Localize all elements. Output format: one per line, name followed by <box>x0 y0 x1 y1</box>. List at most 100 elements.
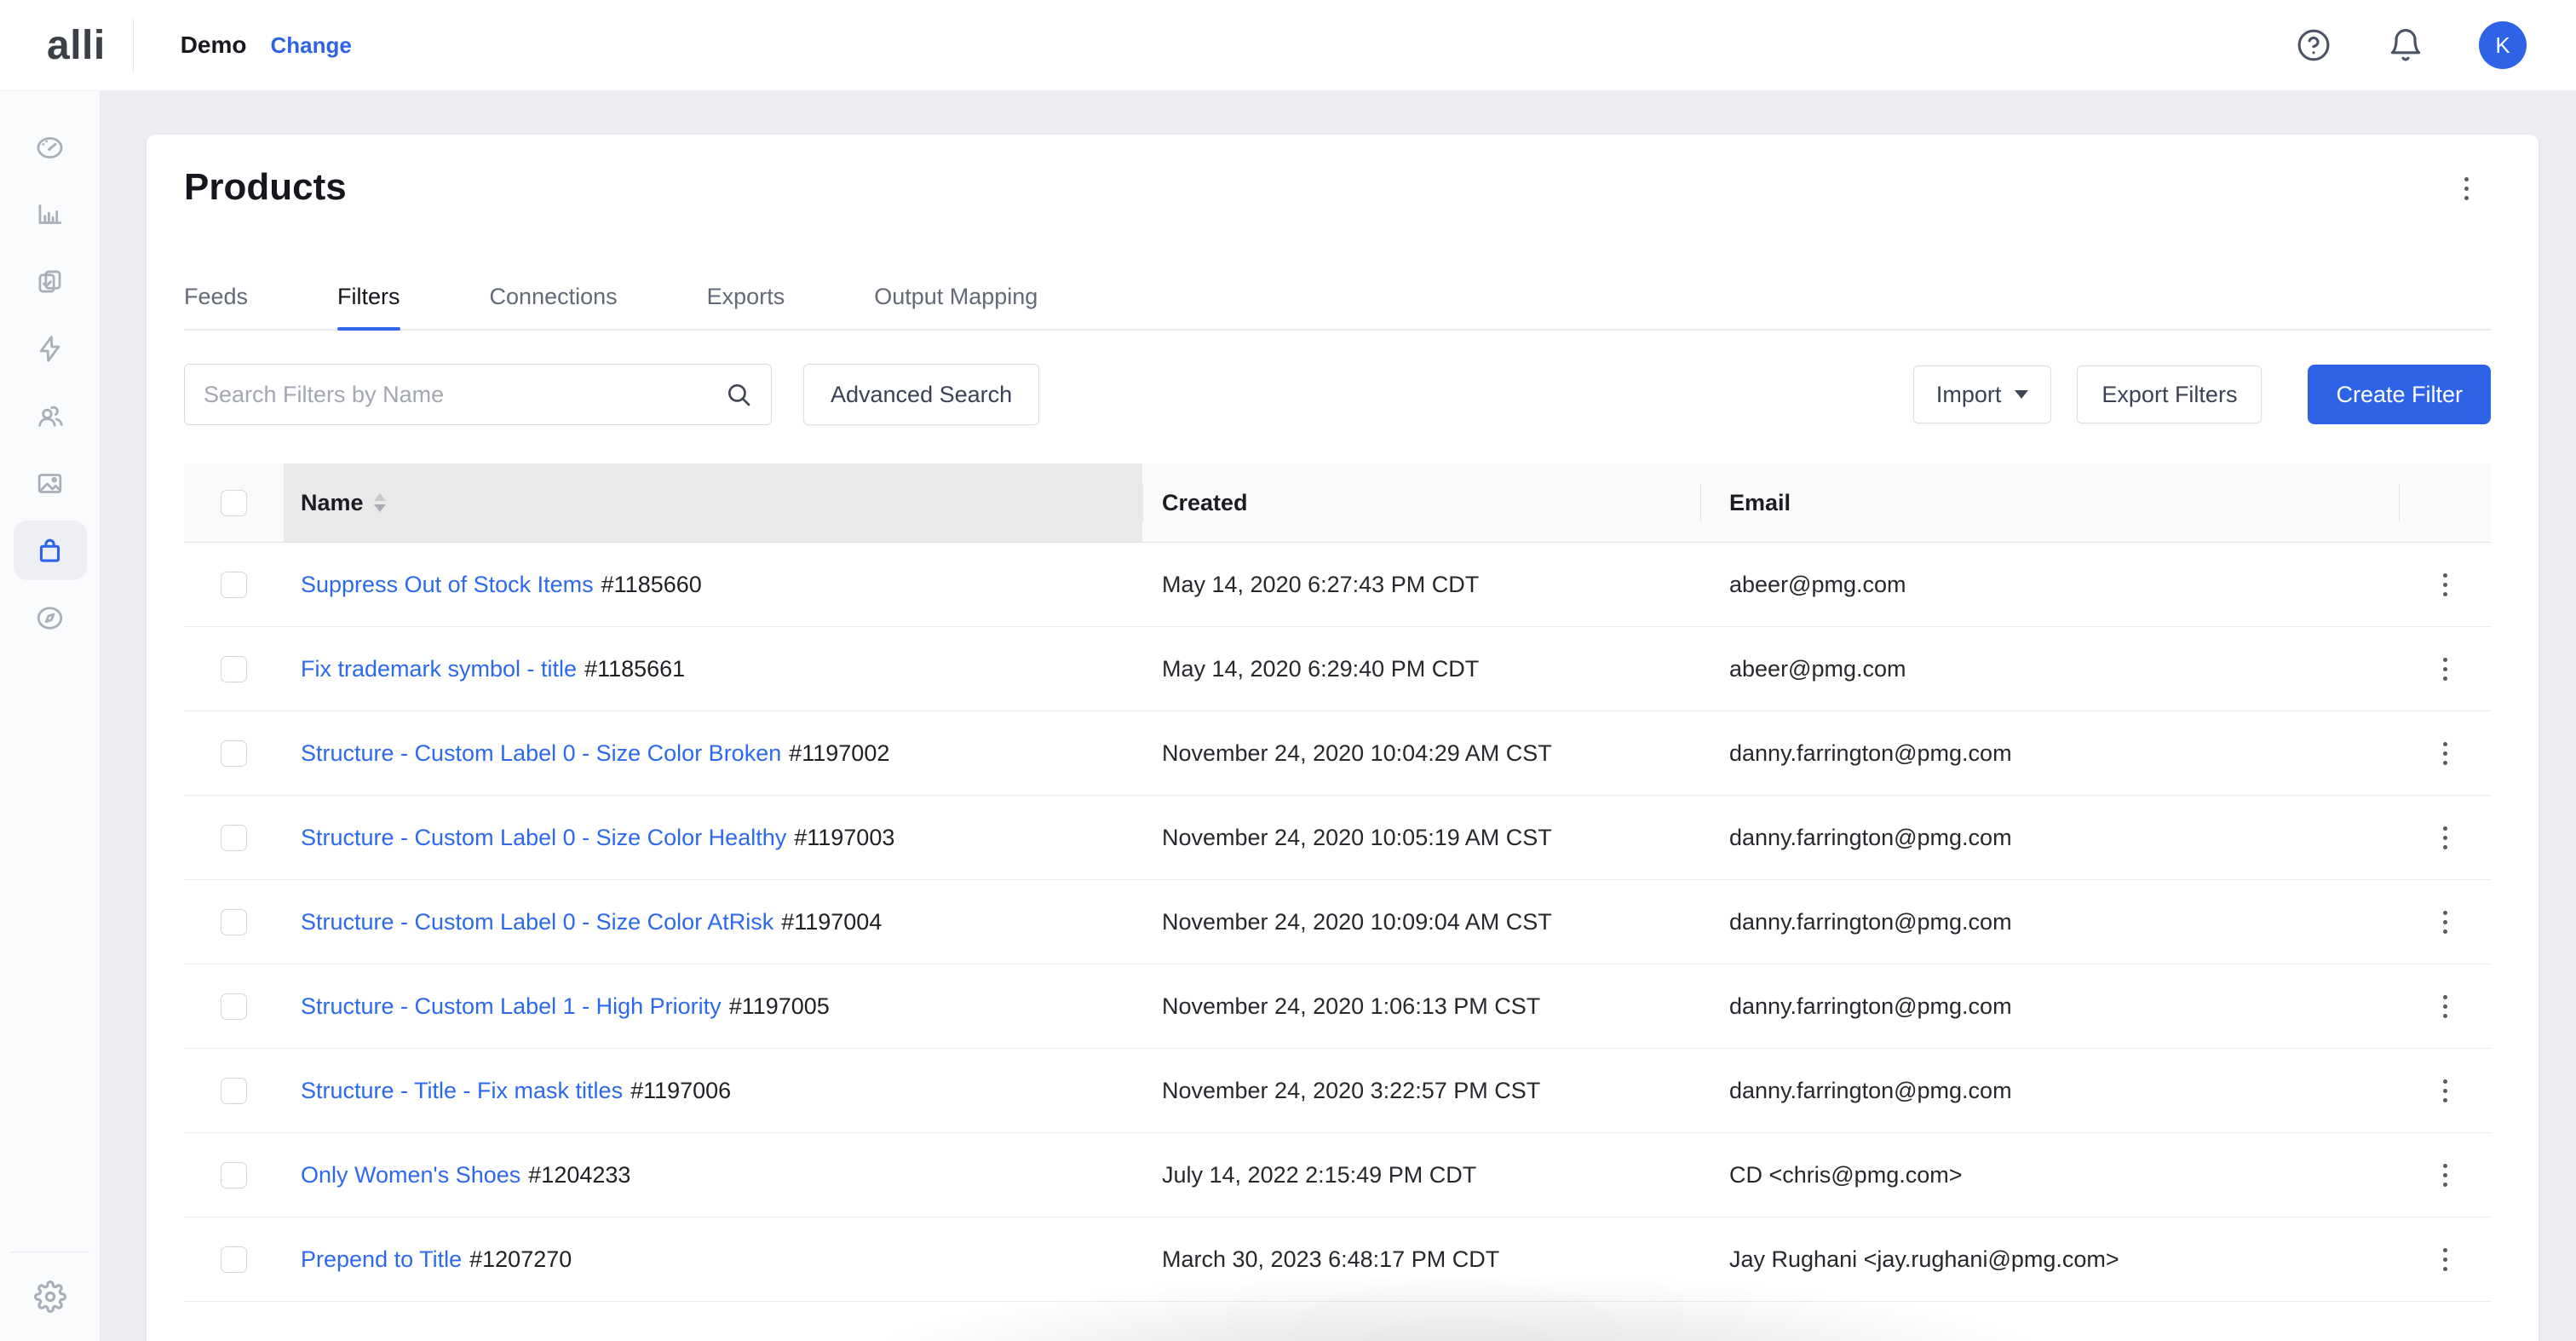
audiences-icon <box>34 400 66 432</box>
notifications-icon[interactable] <box>2387 26 2424 64</box>
filter-name-link[interactable]: Structure - Custom Label 1 - High Priori… <box>301 993 722 1020</box>
column-header-email[interactable]: Email <box>1700 463 2399 542</box>
table-row: Structure - Custom Label 0 - Size Color … <box>184 880 2491 964</box>
email-cell: danny.farrington@pmg.com <box>1700 825 2399 851</box>
tab-output-mapping[interactable]: Output Mapping <box>874 284 1038 329</box>
filter-name-link[interactable]: Structure - Custom Label 0 - Size Color … <box>301 825 786 851</box>
sidebar-item-dashboard[interactable] <box>14 117 87 176</box>
row-checkbox[interactable] <box>221 1078 247 1104</box>
creative-icon <box>34 468 66 499</box>
alli-logo: alli <box>47 22 106 69</box>
email-cell: danny.farrington@pmg.com <box>1700 909 2399 935</box>
search-icon[interactable] <box>725 381 752 408</box>
page-menu-button[interactable] <box>2459 172 2474 205</box>
row-menu-button[interactable] <box>2438 990 2452 1023</box>
filter-id: #1185661 <box>584 656 685 682</box>
filter-id: #1197004 <box>781 909 882 935</box>
main-content: Products Feeds Filters Connections Expor… <box>101 91 2576 1341</box>
filter-name-link[interactable]: Structure - Custom Label 0 - Size Color … <box>301 909 773 935</box>
row-checkbox[interactable] <box>221 1246 247 1273</box>
advanced-search-button[interactable]: Advanced Search <box>803 364 1039 425</box>
sidebar-item-products[interactable] <box>14 521 87 580</box>
sidebar <box>0 91 101 1341</box>
created-cell: November 24, 2020 10:04:29 AM CST <box>1142 740 1700 767</box>
search-input[interactable] <box>204 382 725 408</box>
filter-id: #1197005 <box>729 993 830 1020</box>
column-header-actions <box>2399 463 2491 542</box>
top-bar: alli Demo Change K <box>0 0 2576 91</box>
email-cell: danny.farrington@pmg.com <box>1700 1078 2399 1104</box>
sidebar-item-audiences[interactable] <box>14 386 87 446</box>
sidebar-item-settings[interactable] <box>0 1281 100 1313</box>
change-account-link[interactable]: Change <box>271 32 352 59</box>
filter-name-link[interactable]: Structure - Title - Fix mask titles <box>301 1078 623 1104</box>
export-filters-button[interactable]: Export Filters <box>2077 365 2262 423</box>
automation-icon <box>34 333 66 365</box>
row-checkbox[interactable] <box>221 572 247 598</box>
account-name: Demo <box>181 32 247 59</box>
help-icon[interactable] <box>2295 26 2332 64</box>
created-cell: November 24, 2020 10:05:19 AM CST <box>1142 825 1700 851</box>
table-row: Structure - Title - Fix mask titles #1197… <box>184 1049 2491 1133</box>
filter-id: #1185660 <box>601 572 702 598</box>
sort-arrows-icon[interactable] <box>374 493 386 512</box>
column-header-name[interactable]: Name <box>284 463 1142 542</box>
sidebar-item-automation[interactable] <box>14 319 87 378</box>
filter-id: #1197003 <box>794 825 894 851</box>
email-cell: abeer@pmg.com <box>1700 572 2399 598</box>
tab-connections[interactable]: Connections <box>490 284 618 329</box>
filter-name-link[interactable]: Fix trademark symbol - title <box>301 656 577 682</box>
select-all-checkbox[interactable] <box>221 490 247 516</box>
table-row: Structure - Custom Label 0 - Size Color … <box>184 711 2491 796</box>
created-cell: November 24, 2020 3:22:57 PM CST <box>1142 1078 1700 1104</box>
products-icon <box>34 535 66 567</box>
column-header-created[interactable]: Created <box>1142 463 1700 542</box>
row-menu-button[interactable] <box>2438 1243 2452 1276</box>
row-checkbox[interactable] <box>221 909 247 935</box>
row-menu-button[interactable] <box>2438 653 2452 686</box>
row-menu-button[interactable] <box>2438 568 2452 601</box>
tab-feeds[interactable]: Feeds <box>184 284 248 329</box>
import-button[interactable]: Import <box>1913 365 2052 423</box>
row-menu-button[interactable] <box>2438 737 2452 770</box>
filters-table: Name Created Email Suppress Out of Stock… <box>184 463 2491 1340</box>
filter-name-link[interactable]: Prepend to Title <box>301 1246 462 1273</box>
table-row: Fix trademark symbol - title#1185661 May… <box>184 627 2491 711</box>
tab-filters[interactable]: Filters <box>337 284 400 329</box>
row-checkbox[interactable] <box>221 740 247 767</box>
filters-toolbar: Advanced Search Import Export Filters Cr… <box>184 364 2491 425</box>
sidebar-item-tasks[interactable] <box>14 251 87 311</box>
filter-id: #1197002 <box>789 740 889 767</box>
row-menu-button[interactable] <box>2438 1074 2452 1108</box>
filter-id: #1197006 <box>630 1078 731 1104</box>
email-cell: danny.farrington@pmg.com <box>1700 740 2399 767</box>
topbar-actions: K <box>2295 21 2527 69</box>
row-menu-button[interactable] <box>2438 906 2452 939</box>
filter-id: #1204233 <box>528 1162 630 1188</box>
table-row: Only Women's Shoes #1204233 July 14, 2022… <box>184 1133 2491 1217</box>
created-cell: May 14, 2020 6:27:43 PM CDT <box>1142 572 1700 598</box>
sidebar-item-analytics[interactable] <box>14 184 87 244</box>
user-avatar[interactable]: K <box>2479 21 2527 69</box>
table-row: Structure - Custom Label 0 - Size Color … <box>184 796 2491 880</box>
created-cell: March 30, 2023 6:48:17 PM CDT <box>1142 1246 1700 1273</box>
filter-name-link[interactable]: Structure - Custom Label 0 - Size Color … <box>301 740 781 767</box>
import-label: Import <box>1936 382 2002 408</box>
dashboard-icon <box>34 131 66 163</box>
row-checkbox[interactable] <box>221 825 247 851</box>
row-checkbox[interactable] <box>221 1162 247 1188</box>
filter-name-link[interactable]: Only Women's Shoes <box>301 1162 520 1188</box>
filter-name-link[interactable]: Suppress Out of Stock Items <box>301 572 594 598</box>
sidebar-item-creative[interactable] <box>14 453 87 513</box>
row-checkbox[interactable] <box>221 656 247 682</box>
search-box <box>184 364 772 425</box>
create-filter-button[interactable]: Create Filter <box>2308 365 2491 424</box>
created-cell: July 14, 2022 2:15:49 PM CDT <box>1142 1162 1700 1188</box>
row-menu-button[interactable] <box>2438 1159 2452 1192</box>
row-checkbox[interactable] <box>221 993 247 1020</box>
email-cell: danny.farrington@pmg.com <box>1700 993 2399 1020</box>
tab-exports[interactable]: Exports <box>707 284 785 329</box>
email-cell: CD <chris@pmg.com> <box>1700 1162 2399 1188</box>
row-menu-button[interactable] <box>2438 821 2452 855</box>
sidebar-item-insights[interactable] <box>14 588 87 647</box>
